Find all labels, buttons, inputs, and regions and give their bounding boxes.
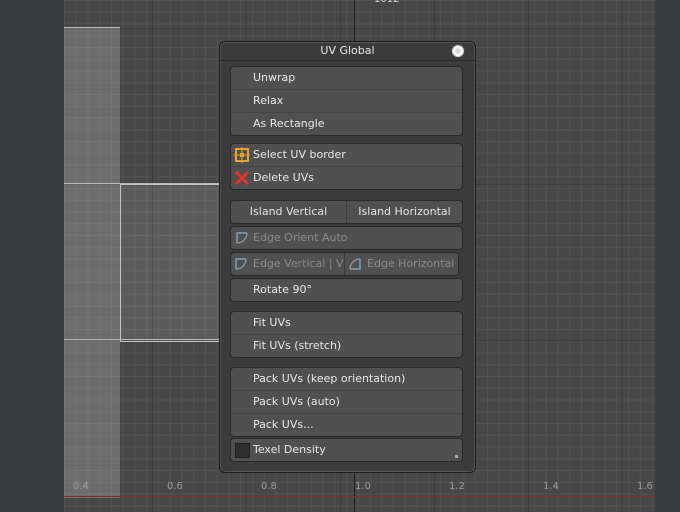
pack-group: Pack UVs (keep orientation) Pack UVs (au… — [230, 367, 463, 437]
uv-global-panel: UV Global Unwrap Relax As Rectangle Sele… — [219, 41, 476, 473]
edge-vertical-label: Edge Vertical | V — [253, 257, 344, 270]
uv-axis-u — [64, 496, 655, 497]
edge-horizontal-label: Edge Horizontal | U — [367, 257, 458, 270]
uv-island-column — [64, 28, 120, 498]
edge-orient-auto-button[interactable]: Edge Orient Auto — [231, 227, 462, 249]
uv-edge-line — [64, 183, 220, 184]
edge-horizontal-button[interactable]: Edge Horizontal | U — [344, 253, 458, 275]
ruler-label: 1.2 — [449, 481, 465, 492]
fit-group: Fit UVs Fit UVs (stretch) — [230, 311, 463, 358]
delete-uvs-button[interactable]: Delete UVs — [231, 167, 462, 189]
edge-orient-group: Edge Vertical | V Edge Horizontal | U — [230, 252, 459, 276]
top-value-label: 1012 — [374, 0, 399, 5]
ruler-label: 1.6 — [637, 481, 653, 492]
left-strip — [0, 0, 64, 512]
edge-vertical-button[interactable]: Edge Vertical | V — [231, 253, 344, 275]
ruler-label: 0.6 — [167, 481, 183, 492]
edge-orient-auto-label: Edge Orient Auto — [253, 231, 348, 244]
as-rectangle-button[interactable]: As Rectangle — [231, 113, 462, 135]
select-uv-border-label: Select UV border — [253, 148, 346, 161]
edge-orient-icon — [236, 232, 248, 244]
ruler-label: 1.0 — [355, 481, 371, 492]
select-uv-border-button[interactable]: Select UV border — [231, 144, 462, 167]
texel-density-icon — [235, 443, 250, 458]
island-horizontal-button[interactable]: Island Horizontal — [346, 201, 462, 223]
uv-edge-line — [64, 339, 220, 340]
island-vertical-button[interactable]: Island Vertical — [231, 201, 346, 223]
unwrap-group: Unwrap Relax As Rectangle — [230, 66, 463, 136]
select-border-icon — [234, 147, 250, 163]
selection-group: Select UV border Delete UVs — [230, 143, 463, 190]
pack-uvs-button[interactable]: Pack UVs... — [231, 414, 462, 436]
texel-density-label: Texel Density — [253, 443, 326, 456]
edge-vertical-icon — [235, 258, 247, 270]
ruler-label: 0.8 — [261, 481, 277, 492]
pack-uvs-keep-orientation-button[interactable]: Pack UVs (keep orientation) — [231, 368, 462, 391]
island-orient-group: Island Vertical Island Horizontal — [230, 200, 463, 224]
uv-edge-line — [64, 27, 120, 28]
panel-title: UV Global — [220, 42, 475, 61]
ruler-label: 1.4 — [543, 481, 559, 492]
right-strip — [655, 0, 680, 512]
fit-uvs-stretch-button[interactable]: Fit UVs (stretch) — [231, 335, 462, 357]
rotate-90-button[interactable]: Rotate 90° — [231, 279, 462, 301]
panel-title-text: UV Global — [320, 44, 375, 57]
fit-uvs-button[interactable]: Fit UVs — [231, 312, 462, 335]
relax-button[interactable]: Relax — [231, 90, 462, 113]
edge-horizontal-icon — [349, 258, 361, 270]
texel-density-button[interactable]: Texel Density — [231, 439, 462, 461]
delete-x-icon — [234, 170, 250, 186]
uv-island-box — [120, 184, 221, 342]
unwrap-button[interactable]: Unwrap — [231, 67, 462, 90]
ruler-label: 0.4 — [73, 481, 89, 492]
resize-grip-icon[interactable] — [455, 455, 458, 458]
delete-uvs-label: Delete UVs — [253, 171, 314, 184]
edge-orient-auto-group: Edge Orient Auto — [230, 226, 463, 250]
rotate-group: Rotate 90° — [230, 278, 463, 302]
texel-density-group: Texel Density — [230, 438, 463, 462]
pin-radio-icon[interactable] — [452, 45, 464, 57]
pack-uvs-auto-button[interactable]: Pack UVs (auto) — [231, 391, 462, 414]
